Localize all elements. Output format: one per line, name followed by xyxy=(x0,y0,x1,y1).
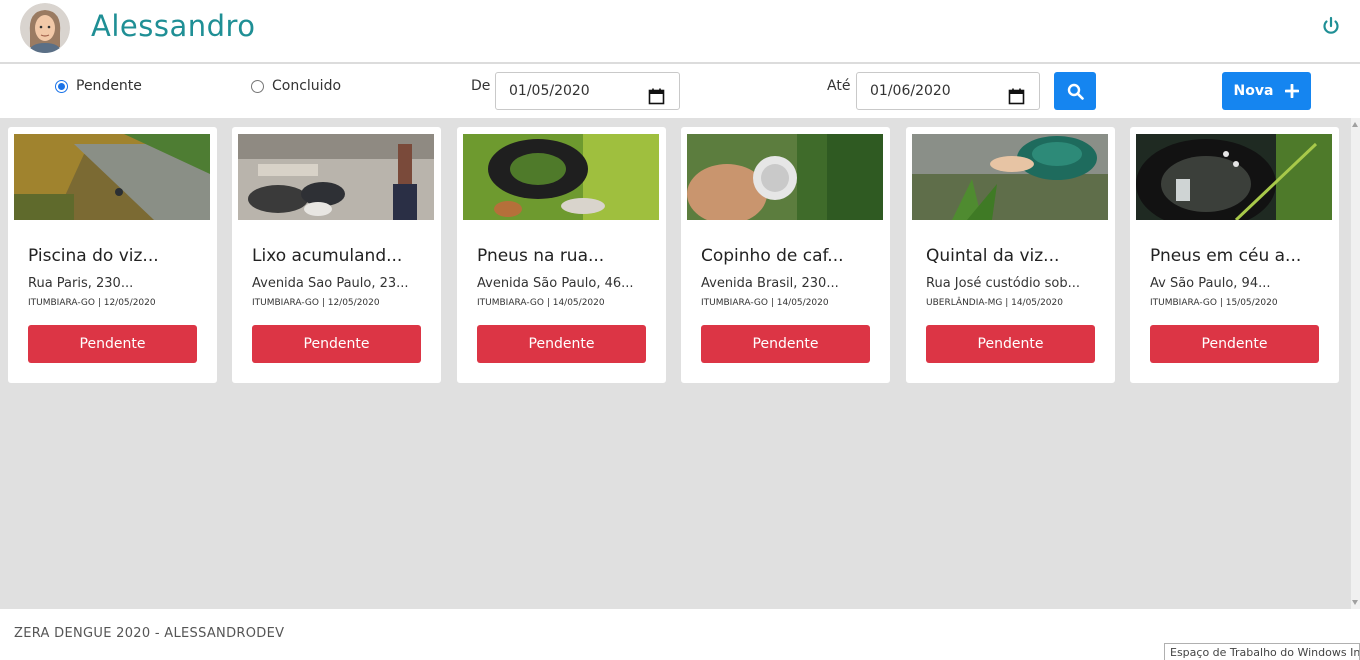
report-card[interactable]: Pneus em céu a... Av São Paulo, 94... IT… xyxy=(1130,127,1339,383)
report-title: Quintal da viz... xyxy=(926,246,1060,266)
status-button[interactable]: Pendente xyxy=(28,325,197,363)
to-date-label: Até xyxy=(827,78,851,94)
report-photo xyxy=(463,134,659,220)
radio-concluido-label: Concluido xyxy=(272,78,342,94)
from-date-value: 01/05/2020 xyxy=(509,83,590,99)
status-button[interactable]: Pendente xyxy=(1150,325,1319,363)
status-button[interactable]: Pendente xyxy=(926,325,1095,363)
report-address: Avenida São Paulo, 46... xyxy=(477,276,634,291)
status-button[interactable]: Pendente xyxy=(252,325,421,363)
filter-bar: Pendente Concluido De 01/05/2020 Até 01/… xyxy=(0,66,1360,118)
report-card[interactable]: Piscina do viz... Rua Paris, 230... ITUM… xyxy=(8,127,217,383)
report-address: Av São Paulo, 94... xyxy=(1150,276,1271,291)
radio-pendente-dot[interactable] xyxy=(55,79,68,93)
status-button[interactable]: Pendente xyxy=(477,325,646,363)
report-title: Lixo acumuland... xyxy=(252,246,403,266)
report-title: Copinho de caf... xyxy=(701,246,844,266)
report-photo xyxy=(14,134,210,220)
report-card[interactable]: Pneus na rua... Avenida São Paulo, 46...… xyxy=(457,127,666,383)
scroll-down-arrow-icon[interactable] xyxy=(1352,600,1358,605)
scroll-up-arrow-icon[interactable] xyxy=(1352,122,1358,127)
user-avatar[interactable] xyxy=(20,3,70,53)
username: Alessandro xyxy=(91,9,256,43)
app-footer: ZERA DENGUE 2020 - ALESSANDRODEV Espaço … xyxy=(0,609,1360,660)
radio-concluido[interactable]: Concluido xyxy=(251,78,341,94)
to-date-input[interactable]: 01/06/2020 xyxy=(856,72,1040,110)
report-title: Piscina do viz... xyxy=(28,246,159,266)
status-button[interactable]: Pendente xyxy=(701,325,870,363)
report-title: Pneus na rua... xyxy=(477,246,605,266)
report-photo xyxy=(238,134,434,220)
report-meta: UBERLÂNDIA-MG | 14/05/2020 xyxy=(926,298,1063,308)
plus-icon xyxy=(1285,84,1300,98)
report-meta: ITUMBIARA-GO | 14/05/2020 xyxy=(701,298,829,308)
new-report-button[interactable]: Nova xyxy=(1222,72,1311,110)
report-card[interactable]: Quintal da viz... Rua José custódio sob.… xyxy=(906,127,1115,383)
report-photo xyxy=(1136,134,1332,220)
report-photo xyxy=(912,134,1108,220)
search-button[interactable] xyxy=(1054,72,1096,110)
report-card[interactable]: Lixo acumuland... Avenida Sao Paulo, 23.… xyxy=(232,127,441,383)
from-date-label: De xyxy=(471,78,491,94)
vertical-scrollbar[interactable] xyxy=(1351,118,1360,609)
radio-pendente-label: Pendente xyxy=(76,78,142,94)
radio-concluido-dot[interactable] xyxy=(251,79,264,93)
report-address: Rua José custódio sob... xyxy=(926,276,1081,291)
radio-pendente[interactable]: Pendente xyxy=(55,78,142,94)
report-meta: ITUMBIARA-GO | 15/05/2020 xyxy=(1150,298,1278,308)
from-date-input[interactable]: 01/05/2020 xyxy=(495,72,680,110)
windows-ink-badge: Espaço de Trabalho do Windows Ink xyxy=(1164,643,1360,660)
report-photo xyxy=(687,134,883,220)
footer-text: ZERA DENGUE 2020 - ALESSANDRODEV xyxy=(14,626,285,641)
report-meta: ITUMBIARA-GO | 12/05/2020 xyxy=(28,298,156,308)
calendar-icon[interactable] xyxy=(1008,83,1025,105)
report-card[interactable]: Copinho de caf... Avenida Brasil, 230...… xyxy=(681,127,890,383)
to-date-value: 01/06/2020 xyxy=(870,83,951,99)
report-address: Rua Paris, 230... xyxy=(28,276,134,291)
power-icon[interactable] xyxy=(1320,15,1342,37)
calendar-icon[interactable] xyxy=(648,83,665,105)
cards-area: Piscina do viz... Rua Paris, 230... ITUM… xyxy=(0,118,1351,609)
report-address: Avenida Sao Paulo, 23... xyxy=(252,276,409,291)
report-title: Pneus em céu a... xyxy=(1150,246,1302,266)
report-meta: ITUMBIARA-GO | 12/05/2020 xyxy=(252,298,380,308)
report-meta: ITUMBIARA-GO | 14/05/2020 xyxy=(477,298,605,308)
search-icon xyxy=(1067,83,1084,100)
new-report-label: Nova xyxy=(1233,83,1274,99)
app-header: Alessandro xyxy=(0,0,1360,64)
report-address: Avenida Brasil, 230... xyxy=(701,276,839,291)
